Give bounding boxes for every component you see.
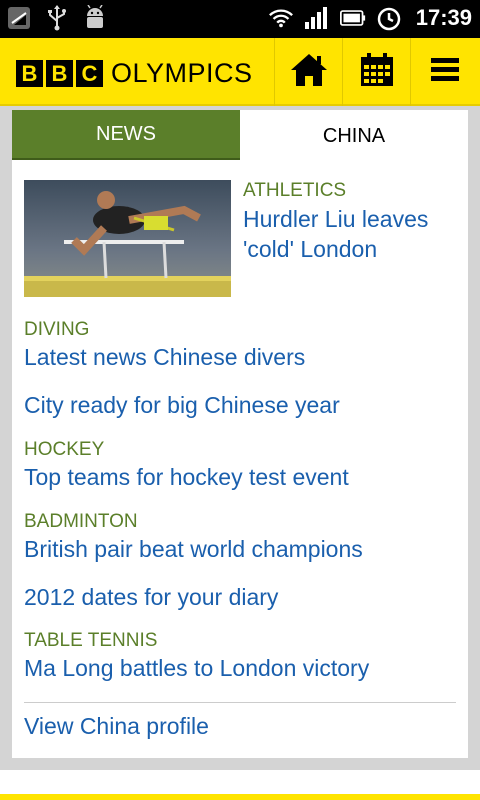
cell-signal-icon <box>304 5 330 31</box>
menu-button[interactable] <box>410 38 478 106</box>
app-header: B B C OLYMPICS <box>0 38 480 106</box>
article-headline[interactable]: City ready for big Chinese year <box>24 391 340 419</box>
bbc-olympics-logo[interactable]: B B C OLYMPICS <box>16 58 253 89</box>
home-icon <box>289 52 329 93</box>
home-button[interactable] <box>274 38 342 106</box>
calendar-button[interactable] <box>342 38 410 106</box>
calendar-icon <box>359 52 395 93</box>
article-category: DIVING <box>24 319 90 340</box>
logo-letter-b2: B <box>46 60 73 87</box>
article-headline[interactable]: 2012 dates for your diary <box>24 583 278 611</box>
status-bar: 17:39 <box>0 0 480 38</box>
tab-news[interactable]: NEWS <box>12 110 240 160</box>
article-headline[interactable]: Latest news Chinese divers <box>24 343 305 371</box>
article-category: ATHLETICS <box>243 180 347 201</box>
usb-icon <box>44 5 70 31</box>
section-tabs: NEWS CHINA <box>12 110 468 162</box>
clock-time: 17:39 <box>415 5 472 30</box>
article-thumbnail[interactable] <box>24 180 231 297</box>
logo-letter-b1: B <box>16 60 43 87</box>
battery-icon <box>339 5 366 31</box>
android-debug-icon <box>82 5 108 31</box>
signal-app-icon <box>6 5 32 31</box>
tab-china[interactable]: CHINA <box>240 110 468 162</box>
article-category: HOCKEY <box>24 439 105 460</box>
divider <box>24 702 456 703</box>
article-headline[interactable]: Ma Long battles to London victory <box>24 654 369 682</box>
logo-letter-c: C <box>76 60 103 87</box>
alarm-icon <box>376 5 402 31</box>
article-category: TABLE TENNIS <box>24 630 158 651</box>
article-headline[interactable]: Hurdler Liu leaves <box>243 205 428 233</box>
footer-bar <box>0 794 480 800</box>
article-headline[interactable]: Top teams for hockey test event <box>24 463 349 491</box>
wifi-icon <box>268 5 294 31</box>
menu-icon <box>429 56 461 89</box>
view-profile-link[interactable]: View China profile <box>24 712 209 740</box>
article-category: BADMINTON <box>24 511 138 532</box>
logo-text: OLYMPICS <box>111 58 253 88</box>
article-headline[interactable]: British pair beat world champions <box>24 535 363 563</box>
article-headline-cont[interactable]: 'cold' London <box>243 235 377 263</box>
content-panel: NEWS CHINA ATHLETICS Hurdler Liu leaves … <box>12 110 468 758</box>
